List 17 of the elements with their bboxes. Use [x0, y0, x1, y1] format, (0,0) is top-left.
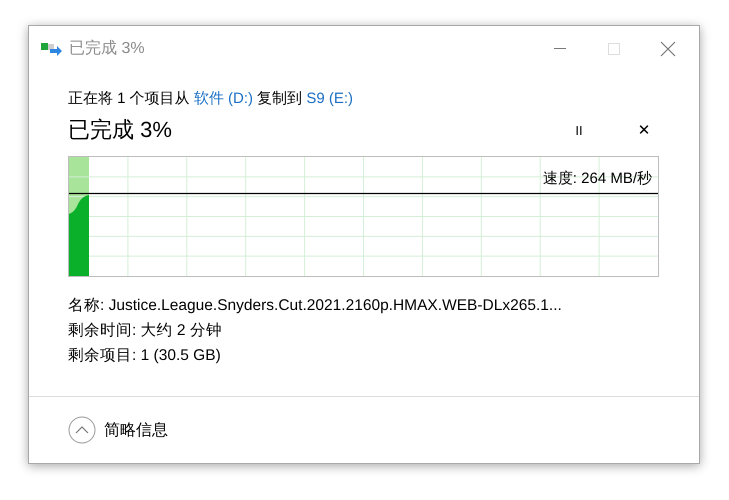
- detail-text: 剩余时间: 大约 2 分钟: [68, 321, 223, 341]
- window-title: 已完成 3%: [69, 38, 146, 59]
- detail-text: 剩余项目: 1 (30.5 GB): [68, 346, 222, 366]
- minimize-icon: [554, 48, 566, 49]
- copy-icon: [41, 40, 63, 56]
- fewer-details-button[interactable]: 简略信息: [68, 416, 168, 444]
- maximize-icon: [608, 42, 620, 54]
- chevron-up-icon: [68, 416, 96, 444]
- speed-label: 速度: 264 MB/秒: [542, 169, 652, 188]
- close-icon: [660, 40, 676, 56]
- cancel-button[interactable]: ✕: [629, 116, 659, 144]
- detail-text: 名称: Justice.League.Snyders.Cut.2021.2160p.HMAX.WEB-DLx265.1...: [68, 296, 563, 316]
- drive-link[interactable]: 软件 (D:): [194, 90, 254, 107]
- copy-status-text: 正在将 1 个项目从 软件 (D:) 复制到 S9 (E:): [68, 89, 354, 108]
- drive-link[interactable]: S9 (E:): [306, 90, 354, 107]
- pause-button[interactable]: II: [564, 116, 594, 144]
- progress-heading: 已完成 3%: [68, 116, 173, 144]
